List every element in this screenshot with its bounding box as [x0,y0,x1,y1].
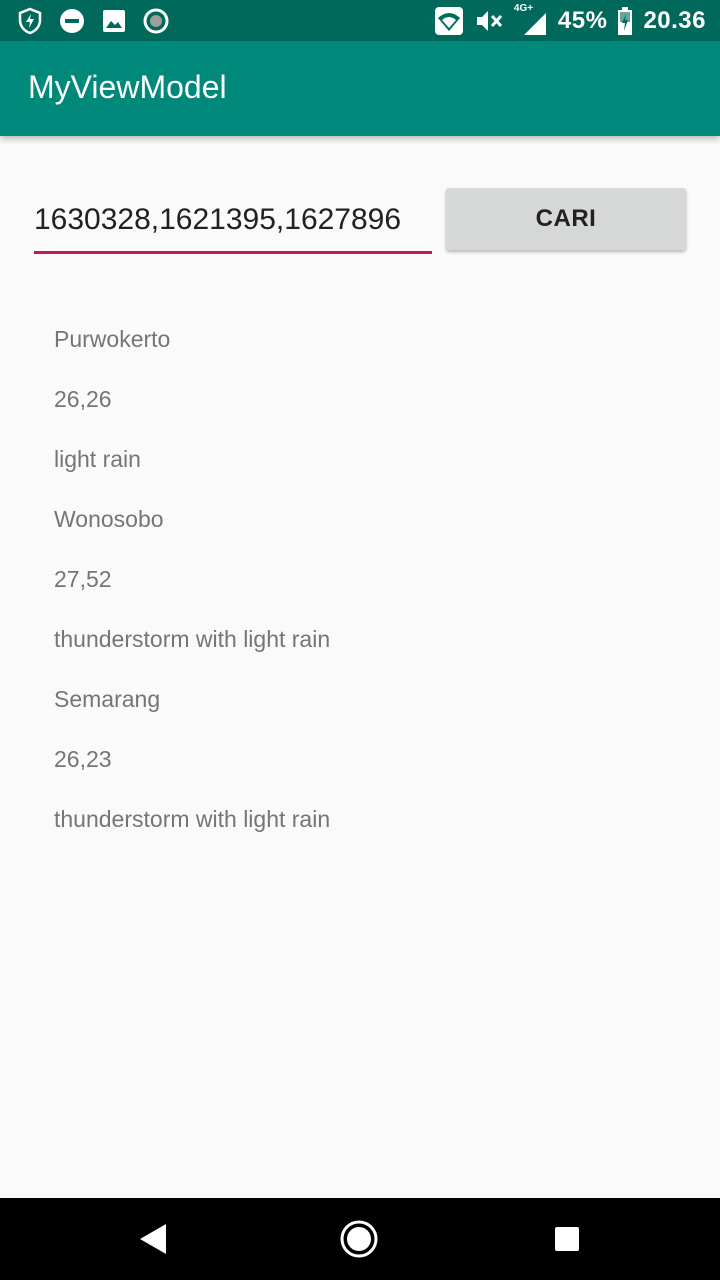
app-bar: MyViewModel [0,41,720,136]
city-name: Wonosobo [54,506,164,532]
image-icon [103,10,125,32]
signal-4g-icon: 4G+ [514,3,548,37]
system-status: 4G+ 45% 20.36 [434,3,706,37]
battery-charging-icon [618,7,633,35]
status-bar: 4G+ 45% 20.36 [0,0,720,41]
recents-icon[interactable] [546,1218,588,1260]
weather-results-list: Purwokerto 26,26 light rain Wonosobo 27,… [54,322,674,862]
city-name: Purwokerto [54,326,171,352]
temperature: 26,26 [54,386,112,412]
volume-mute-icon [476,11,503,31]
temperature: 27,52 [54,566,112,592]
weather-description: light rain [54,446,141,472]
city-id-field-wrapper [34,188,432,264]
shield-bolt-icon [18,7,42,35]
search-button[interactable]: CARI [446,188,686,250]
back-icon[interactable] [132,1218,174,1260]
navigation-bar [0,1198,720,1280]
temperature: 26,23 [54,746,112,772]
clock: 20.36 [643,7,706,34]
notification-icons [16,7,170,35]
battery-percent: 45% [557,7,608,34]
weather-description: thunderstorm with light rain [54,626,331,652]
city-name: Semarang [54,686,161,712]
app-title: MyViewModel [28,69,227,105]
do-not-disturb-icon [60,9,84,33]
city-id-input[interactable] [34,188,432,254]
wifi-icon [434,7,463,35]
record-icon [143,8,169,34]
weather-description: thunderstorm with light rain [54,806,331,832]
home-icon[interactable] [338,1218,380,1260]
